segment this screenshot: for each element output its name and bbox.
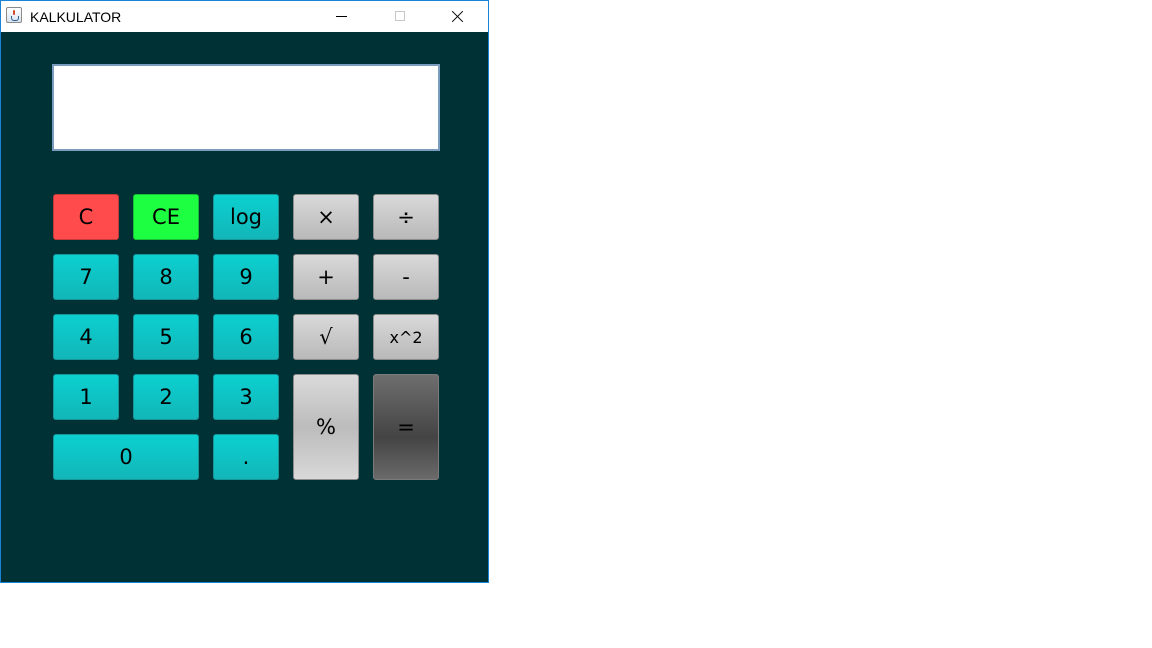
close-button[interactable] bbox=[435, 1, 481, 32]
divide-button[interactable]: ÷ bbox=[373, 194, 439, 240]
digit-1-button[interactable]: 1 bbox=[53, 374, 119, 420]
square-button[interactable]: x^2 bbox=[373, 314, 439, 360]
log-button[interactable]: log bbox=[213, 194, 279, 240]
digit-5-button[interactable]: 5 bbox=[133, 314, 199, 360]
digit-2-button[interactable]: 2 bbox=[133, 374, 199, 420]
percent-button[interactable]: % bbox=[293, 374, 359, 480]
window-title: KALKULATOR bbox=[30, 9, 122, 25]
decimal-point-button[interactable]: . bbox=[213, 434, 279, 480]
digit-6-button[interactable]: 6 bbox=[213, 314, 279, 360]
digit-3-button[interactable]: 3 bbox=[213, 374, 279, 420]
display-field[interactable] bbox=[52, 64, 440, 151]
maximize-button[interactable] bbox=[377, 1, 423, 32]
multiply-button[interactable]: × bbox=[293, 194, 359, 240]
digit-4-button[interactable]: 4 bbox=[53, 314, 119, 360]
java-app-icon bbox=[6, 7, 22, 23]
minus-button[interactable]: - bbox=[373, 254, 439, 300]
clear-button[interactable]: C bbox=[53, 194, 119, 240]
close-icon bbox=[451, 10, 464, 23]
equals-button[interactable]: = bbox=[373, 374, 439, 480]
title-bar: KALKULATOR bbox=[1, 1, 488, 32]
digit-7-button[interactable]: 7 bbox=[53, 254, 119, 300]
digit-0-button[interactable]: 0 bbox=[53, 434, 199, 480]
minimize-icon bbox=[336, 16, 347, 17]
calculator-window: KALKULATOR C CE log × ÷ 7 8 9 + - 4 5 6 … bbox=[0, 0, 489, 583]
clear-entry-button[interactable]: CE bbox=[133, 194, 199, 240]
digit-9-button[interactable]: 9 bbox=[213, 254, 279, 300]
plus-button[interactable]: + bbox=[293, 254, 359, 300]
maximize-icon bbox=[395, 11, 405, 21]
minimize-button[interactable] bbox=[318, 1, 364, 32]
square-root-button[interactable]: √ bbox=[293, 314, 359, 360]
digit-8-button[interactable]: 8 bbox=[133, 254, 199, 300]
